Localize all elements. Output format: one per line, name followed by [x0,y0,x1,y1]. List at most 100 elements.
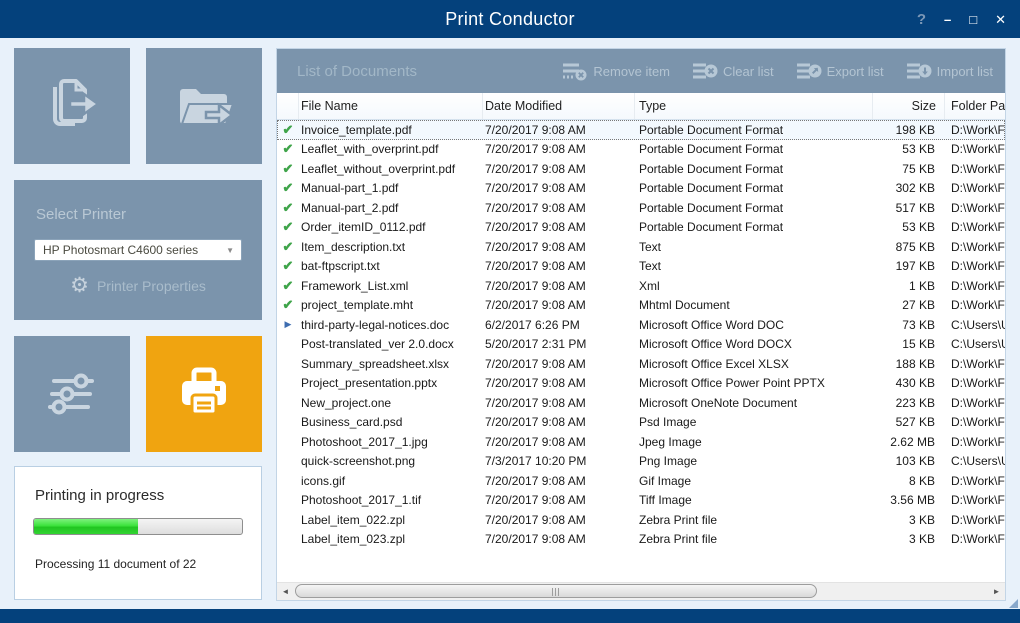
settings-button[interactable] [14,336,130,452]
table-row[interactable]: Post-translated_ver 2.0.docx5/20/2017 2:… [277,335,1005,355]
cell-type: Mhtml Document [635,298,873,312]
window-controls: ? – □ ✕ [917,0,1006,38]
import-list-button[interactable]: Import list [906,62,993,81]
check-icon: ✔ [283,219,294,235]
cell-file-name: Leaflet_with_overprint.pdf [299,142,483,156]
import-list-label: Import list [937,64,993,79]
cell-file-name: Label_item_022.zpl [299,513,483,527]
print-button[interactable] [146,336,262,452]
table-row[interactable]: Label_item_022.zpl7/20/2017 9:08 AMZebra… [277,510,1005,530]
close-button[interactable]: ✕ [995,13,1006,26]
remove-item-button[interactable]: Remove item [562,62,670,81]
gear-icon: ⚙ [70,275,89,296]
table-row[interactable]: ✔Framework_List.xml7/20/2017 9:08 AMXml1… [277,276,1005,296]
list-header: List of Documents [277,49,1005,93]
printer-properties-button[interactable]: ⚙ Printer Properties [14,275,262,296]
scrollbar-thumb[interactable] [295,584,817,598]
cell-type: Text [635,259,873,273]
cell-size: 302 KB [873,181,945,195]
cell-date-modified: 7/20/2017 9:08 AM [483,532,635,546]
window-title: Print Conductor [0,0,1020,38]
column-type[interactable]: Type [635,93,873,119]
export-list-label: Export list [827,64,884,79]
cell-type: Portable Document Format [635,123,873,137]
table-row[interactable]: ✔Leaflet_with_overprint.pdf7/20/2017 9:0… [277,140,1005,160]
progress-status: Processing 11 document of 22 [15,535,261,571]
cell-date-modified: 7/20/2017 9:08 AM [483,123,635,137]
scroll-left-arrow[interactable]: ◄ [277,583,294,600]
cell-type: Png Image [635,454,873,468]
table-row[interactable]: ✔Item_description.txt7/20/2017 9:08 AMTe… [277,237,1005,257]
add-documents-button[interactable] [14,48,130,164]
check-icon: ✔ [283,161,294,177]
cell-date-modified: 7/20/2017 9:08 AM [483,162,635,176]
cell-type: Portable Document Format [635,220,873,234]
table-row[interactable]: ▶third-party-legal-notices.doc6/2/2017 6… [277,315,1005,335]
table-row[interactable]: ✔Manual-part_1.pdf7/20/2017 9:08 AMPorta… [277,179,1005,199]
add-folder-button[interactable] [146,48,262,164]
printer-select-value: HP Photosmart C4600 series [35,243,226,257]
cell-date-modified: 7/20/2017 9:08 AM [483,220,635,234]
column-file-name[interactable]: File Name [299,93,483,119]
table-row[interactable]: Photoshoot_2017_1.jpg7/20/2017 9:08 AMJp… [277,432,1005,452]
table-row[interactable]: ✔Order_itemID_0112.pdf7/20/2017 9:08 AMP… [277,218,1005,238]
cell-folder-path: D:\Work\F [945,162,1005,176]
check-icon: ✔ [283,122,294,138]
cell-type: Tiff Image [635,493,873,507]
cell-size: 875 KB [873,240,945,254]
table-header: File Name Date Modified Type Size Folder… [277,93,1005,120]
table-row[interactable]: New_project.one7/20/2017 9:08 AMMicrosof… [277,393,1005,413]
column-folder-path[interactable]: Folder Path [945,93,1005,119]
table-row[interactable]: Business_card.psd7/20/2017 9:08 AMPsd Im… [277,413,1005,433]
maximize-button[interactable]: □ [969,13,977,26]
cell-file-name: Framework_List.xml [299,279,483,293]
progress-bar [33,518,243,535]
help-button[interactable]: ? [917,12,926,27]
column-status[interactable] [277,93,299,119]
column-size[interactable]: Size [873,93,945,119]
cell-file-name: third-party-legal-notices.doc [299,318,483,332]
row-status-cell: ✔ [277,219,299,235]
resize-grip[interactable] [1009,599,1018,608]
titlebar[interactable]: Print Conductor ? – □ ✕ [0,0,1020,38]
cell-date-modified: 7/20/2017 9:08 AM [483,376,635,390]
table-row[interactable]: icons.gif7/20/2017 9:08 AMGif Image8 KBD… [277,471,1005,491]
cell-folder-path: D:\Work\F [945,142,1005,156]
cell-file-name: Post-translated_ver 2.0.docx [299,337,483,351]
table-row[interactable]: ✔bat-ftpscript.txt7/20/2017 9:08 AMText1… [277,257,1005,277]
check-icon: ✔ [283,239,294,255]
cell-date-modified: 7/20/2017 9:08 AM [483,396,635,410]
cell-size: 517 KB [873,201,945,215]
minimize-button[interactable]: – [944,13,951,26]
cell-file-name: Business_card.psd [299,415,483,429]
scroll-right-arrow[interactable]: ► [988,583,1005,600]
cell-folder-path: C:\Users\U [945,318,1005,332]
cell-size: 1 KB [873,279,945,293]
cell-file-name: icons.gif [299,474,483,488]
clear-list-button[interactable]: Clear list [692,62,774,81]
cell-file-name: Label_item_023.zpl [299,532,483,546]
table-row[interactable]: quick-screenshot.png7/3/2017 10:20 PMPng… [277,452,1005,472]
column-date-modified[interactable]: Date Modified [483,93,635,119]
horizontal-scrollbar[interactable]: ◄ ► [277,582,1005,600]
export-list-button[interactable]: Export list [796,62,884,81]
print-conductor-window: Print Conductor ? – □ ✕ [0,0,1020,623]
table-row[interactable]: ✔project_template.mht7/20/2017 9:08 AMMh… [277,296,1005,316]
cell-folder-path: D:\Work\F [945,474,1005,488]
table-row[interactable]: ✔Manual-part_2.pdf7/20/2017 9:08 AMPorta… [277,198,1005,218]
table-row[interactable]: Project_presentation.pptx7/20/2017 9:08 … [277,374,1005,394]
table-row[interactable]: ✔Invoice_template.pdf7/20/2017 9:08 AMPo… [277,120,1005,140]
cell-size: 15 KB [873,337,945,351]
cell-size: 103 KB [873,454,945,468]
row-status-cell: ✔ [277,239,299,255]
table-row[interactable]: Label_item_023.zpl7/20/2017 9:08 AMZebra… [277,530,1005,550]
cell-size: 3 KB [873,513,945,527]
cell-date-modified: 7/20/2017 9:08 AM [483,201,635,215]
cell-size: 8 KB [873,474,945,488]
printer-select[interactable]: HP Photosmart C4600 series ▼ [34,239,242,261]
table-row[interactable]: Summary_spreadsheet.xlsx7/20/2017 9:08 A… [277,354,1005,374]
cell-file-name: Manual-part_1.pdf [299,181,483,195]
cell-folder-path: D:\Work\F [945,357,1005,371]
table-row[interactable]: Photoshoot_2017_1.tif7/20/2017 9:08 AMTi… [277,491,1005,511]
table-row[interactable]: ✔Leaflet_without_overprint.pdf7/20/2017 … [277,159,1005,179]
